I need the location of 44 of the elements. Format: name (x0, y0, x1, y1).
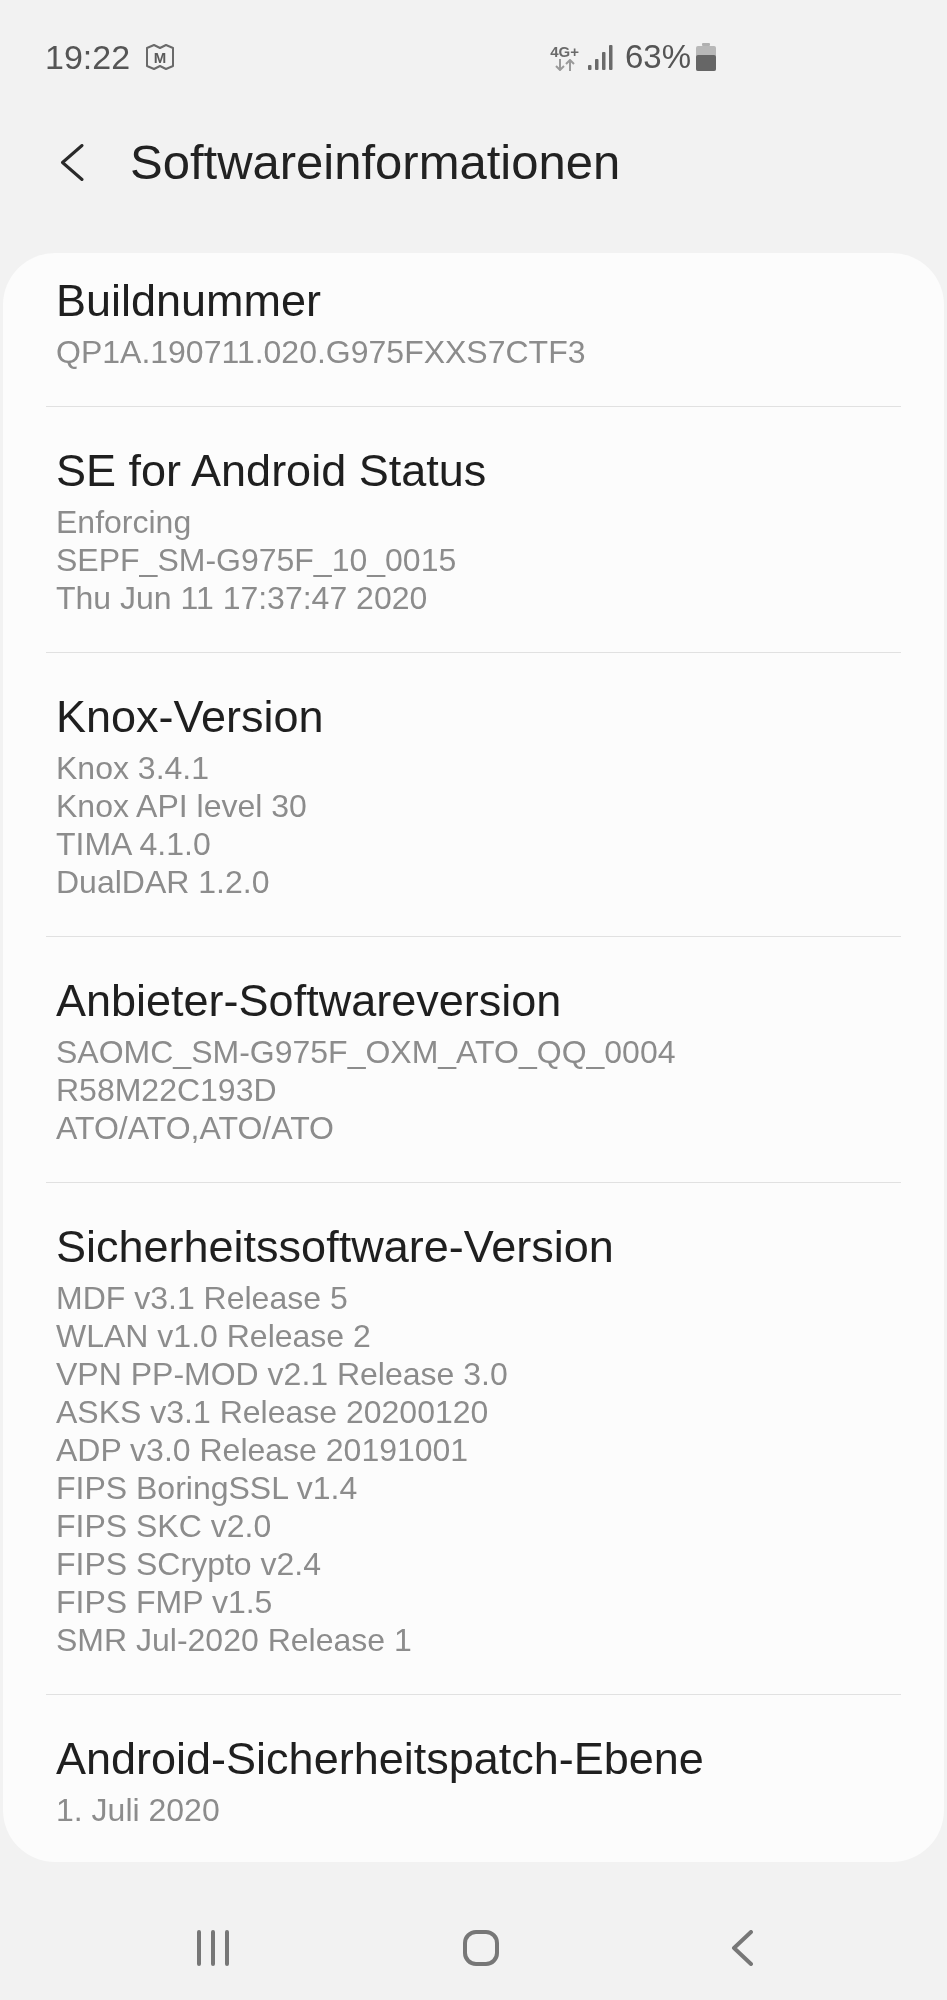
chevron-left-icon (730, 1930, 753, 1966)
page-title: Softwareinformationen (130, 134, 621, 191)
detail-line: FIPS SKC v2.0 (56, 1507, 273, 1545)
detail-line: Knox API level 30 (56, 787, 308, 825)
detail-line: ADP v3.0 Release 20191001 (56, 1431, 470, 1469)
detail-line: 1. Juli 2020 (56, 1791, 221, 1829)
badge-letter: M (153, 48, 167, 66)
home-button[interactable] (462, 1930, 499, 1966)
detail-line: WLAN v1.0 Release 2 (56, 1317, 372, 1355)
detail-line: R58M22C193D (56, 1071, 278, 1109)
detail-line: FIPS SCrypto v2.4 (56, 1545, 322, 1583)
detail-line: SAOMC_SM-G975F_OXM_ATO_QQ_0004 (56, 1033, 677, 1071)
detail-line: ATO/ATO,ATO/ATO (56, 1109, 335, 1147)
data-arrows-icon (553, 58, 576, 71)
section-title: Android-Sicherheitspatch-Ebene (56, 1733, 705, 1785)
recents-icon (194, 1930, 231, 1966)
detail-line: Enforcing (56, 503, 193, 541)
detail-line: MDF v3.1 Release 5 (56, 1279, 349, 1317)
detail-line: SMR Jul-2020 Release 1 (56, 1621, 413, 1659)
home-icon (462, 1930, 499, 1966)
detail-line: DualDAR 1.2.0 (56, 863, 271, 901)
recents-button[interactable] (194, 1930, 231, 1966)
section-title: Knox-Version (56, 691, 325, 743)
network-type: 4G+ (550, 43, 579, 59)
detail-line: VPN PP-MOD v2.1 Release 3.0 (56, 1355, 509, 1393)
section-title: SE for Android Status (56, 445, 488, 497)
back-nav-button[interactable] (730, 1930, 753, 1966)
detail-line: QP1A.190711.020.G975FXXS7CTF3 (56, 333, 587, 371)
detail-line: FIPS BoringSSL v1.4 (56, 1469, 359, 1507)
battery-percent: 63% (624, 37, 691, 77)
section-title: Anbieter-Softwareversion (56, 975, 563, 1027)
detail-line: Knox 3.4.1 (56, 749, 210, 787)
detail-line: TIMA 4.1.0 (56, 825, 212, 863)
detail-line: SEPF_SM-G975F_10_0015 (56, 541, 458, 579)
detail-line: ASKS v3.1 Release 20200120 (56, 1393, 490, 1431)
status-time: 19:22 (45, 37, 131, 77)
section-title: Sicherheitssoftware-Version (56, 1221, 615, 1273)
detail-line: Thu Jun 11 17:37:47 2020 (56, 579, 429, 617)
detail-line: FIPS FMP v1.5 (56, 1583, 274, 1621)
signal-bars-icon (587, 44, 613, 70)
back-button[interactable] (60, 143, 84, 181)
section-title: Buildnummer (56, 275, 323, 327)
chevron-left-icon (60, 143, 84, 181)
battery-icon (696, 43, 716, 71)
